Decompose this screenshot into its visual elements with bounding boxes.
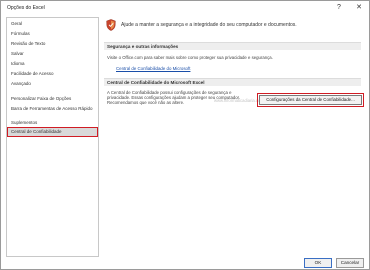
main-panel: Ajude a manter a segurança e a integrida… xyxy=(104,17,366,257)
sidebar-item-barra-acesso-rapido[interactable]: Barra de Ferramentas de Acesso Rápido xyxy=(8,105,97,113)
sidebar-item-facilidade-de-acesso[interactable]: Facilidade de Acesso xyxy=(8,70,97,78)
ok-button[interactable]: OK xyxy=(304,258,332,268)
trust-center-settings-button[interactable]: Configurações da Central de Confiabilida… xyxy=(257,93,364,107)
sidebar-item-salvar[interactable]: Salvar xyxy=(8,50,97,58)
banner-text: Ajude a manter a segurança e a integrida… xyxy=(121,22,297,28)
microsoft-trust-center-link[interactable]: Central de Confiabilidade do Microsoft xyxy=(116,66,190,71)
help-button[interactable]: ? xyxy=(332,2,346,14)
options-sidebar: Geral Fórmulas Revisão de Texto Salvar I… xyxy=(6,17,99,257)
security-section-text: Visite o Office.com para saber mais sobr… xyxy=(107,55,273,60)
sidebar-item-personalizar-faixa[interactable]: Personalizar Faixa de Opções xyxy=(8,95,97,103)
sidebar-item-revisao-de-texto[interactable]: Revisão de Texto xyxy=(8,40,97,48)
sidebar-item-geral[interactable]: Geral xyxy=(8,20,97,28)
cancel-button[interactable]: Cancelar xyxy=(336,258,364,268)
sidebar-item-suplementos[interactable]: Suplementos xyxy=(8,119,97,127)
trust-center-text-line-3: Recomendamos que você não as altere. xyxy=(107,100,185,105)
excel-options-dialog: Opções do Excel ? ✕ Geral Fórmulas Revis… xyxy=(0,0,370,270)
close-button[interactable]: ✕ xyxy=(352,2,366,14)
sidebar-item-avancado[interactable]: Avançado xyxy=(8,80,97,88)
dialog-title: Opções do Excel xyxy=(7,5,45,11)
sidebar-item-central-de-confiabilidade[interactable]: Central de Confiabilidade xyxy=(7,127,98,137)
security-section-heading: Segurança e outras informações xyxy=(104,42,361,50)
trust-center-section-heading: Central de Confiabilidade do Microsoft E… xyxy=(104,78,361,86)
sidebar-item-formulas[interactable]: Fórmulas xyxy=(8,30,97,38)
title-bar: Opções do Excel ? ✕ xyxy=(1,1,369,15)
sidebar-item-idioma[interactable]: Idioma xyxy=(8,60,97,68)
shield-icon xyxy=(106,19,116,31)
